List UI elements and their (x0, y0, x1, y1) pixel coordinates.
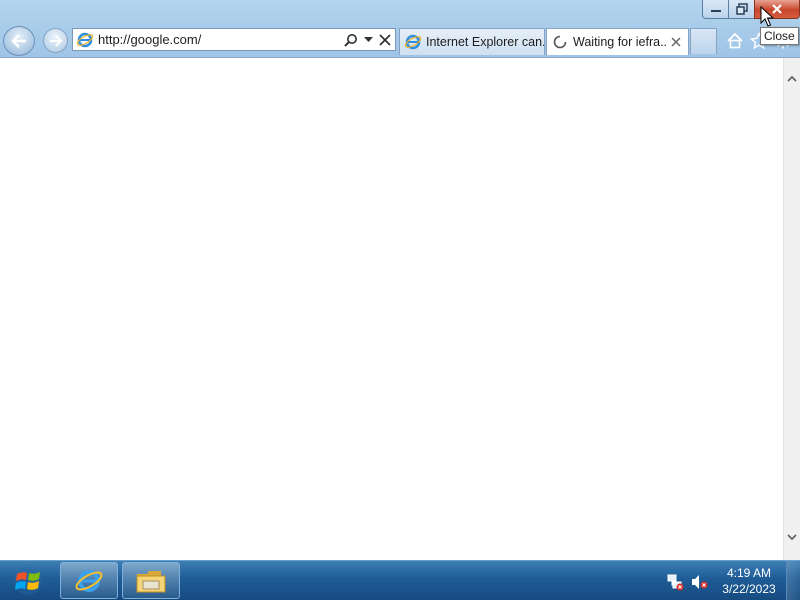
page-content-area[interactable] (0, 57, 800, 560)
stop-button[interactable] (375, 29, 395, 50)
restore-button[interactable] (728, 0, 754, 19)
search-button[interactable] (341, 29, 361, 50)
close-tooltip: Close (760, 27, 799, 45)
taskbar-internet-explorer[interactable] (60, 562, 118, 599)
volume-tray-button[interactable] (690, 573, 708, 591)
stop-icon (379, 33, 391, 46)
ie-logo-icon (75, 569, 103, 592)
tab-waiting[interactable]: Waiting for iefra... (546, 28, 689, 55)
minimize-button[interactable] (702, 0, 728, 19)
tab-label: Internet Explorer can... (426, 35, 544, 49)
chevron-down-icon (787, 534, 797, 541)
chevron-up-icon (787, 75, 797, 82)
new-tab-button[interactable] (690, 28, 717, 54)
clock-date: 3/22/2023 (722, 582, 776, 596)
scroll-up-button[interactable] (784, 70, 800, 87)
clock-time: 4:19 AM (726, 566, 772, 580)
home-button[interactable] (726, 32, 744, 50)
show-desktop-button[interactable] (786, 561, 800, 600)
home-icon (727, 32, 743, 49)
address-url[interactable]: http://google.com/ (98, 32, 341, 47)
minimize-icon (710, 10, 721, 12)
taskbar: 4:19 AM 3/22/2023 (0, 560, 800, 600)
volume-muted-icon (692, 575, 708, 589)
start-button[interactable] (0, 561, 56, 600)
system-clock[interactable]: 4:19 AM 3/22/2023 (716, 565, 782, 597)
tab-internet-explorer-cannot[interactable]: Internet Explorer can... (399, 28, 545, 55)
ie-logo-icon (404, 34, 422, 50)
loading-spinner-icon (553, 35, 567, 49)
scroll-down-button[interactable] (784, 529, 800, 546)
network-tray-button[interactable] (666, 573, 684, 591)
tab-label: Waiting for iefra... (573, 35, 667, 49)
address-dropdown-button[interactable] (361, 29, 375, 50)
vertical-scrollbar[interactable] (783, 58, 800, 560)
search-icon (344, 33, 357, 47)
forward-button[interactable] (43, 28, 68, 53)
ie-logo-icon (76, 32, 94, 47)
network-icon (667, 574, 684, 591)
folder-icon (136, 570, 166, 592)
restore-icon (735, 3, 748, 15)
close-icon (671, 37, 681, 47)
address-bar[interactable]: http://google.com/ (72, 28, 396, 51)
close-tab-button[interactable] (667, 33, 685, 51)
mouse-cursor-icon (760, 6, 774, 27)
forward-arrow-icon (49, 34, 62, 47)
taskbar-windows-explorer[interactable] (122, 562, 180, 599)
chevron-down-icon (363, 36, 373, 42)
back-arrow-icon (11, 34, 26, 48)
caption-buttons (702, 0, 800, 20)
windows-logo-icon (14, 567, 42, 595)
back-button[interactable] (3, 26, 35, 56)
